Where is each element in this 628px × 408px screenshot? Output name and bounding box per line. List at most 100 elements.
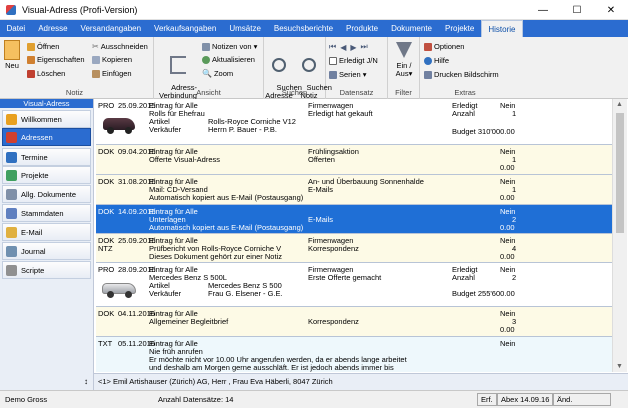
address-link-button[interactable]: Adress- Verbindung — [156, 40, 200, 108]
record-type-secondary: NTZ — [98, 244, 113, 253]
notes-from-dropdown[interactable]: Notizen von ▾ — [202, 42, 257, 51]
menu-adresse[interactable]: Adresse — [32, 20, 74, 37]
chevron-down-icon: ▾ — [253, 42, 258, 51]
record-amount: 0.00 — [500, 163, 515, 172]
sidebar-item-email[interactable]: E-Mail — [2, 223, 91, 241]
menu-besuchsberichte[interactable]: Besuchsberichte — [267, 20, 339, 37]
notes-from-label: Notizen von — [212, 42, 252, 51]
sidebar-item-label: Termine — [21, 152, 48, 162]
copy-label: Kopieren — [102, 55, 133, 64]
help-button[interactable]: Hilfe — [424, 56, 449, 65]
current-address-text: <1> Emil Artishauser (Zürich) AG, Herr ,… — [98, 377, 333, 386]
copy-button[interactable]: Kopieren — [92, 55, 132, 64]
list-item[interactable]: DOK 04.11.2016 Eintrag für Alle Allgemei… — [96, 307, 612, 337]
options-button[interactable]: Optionen — [424, 42, 464, 51]
delete-icon — [27, 69, 35, 78]
prev-record-icon[interactable]: ◀ — [340, 43, 346, 52]
menu-projekte[interactable]: Projekte — [439, 20, 481, 37]
record-category: Korrespondenz — [308, 317, 359, 326]
current-address-bar: ↕ <1> Emil Artishauser (Zürich) AG, Herr… — [84, 373, 628, 390]
expand-arrow-icon[interactable]: ↕ — [84, 374, 88, 390]
zoom-button[interactable]: 🔍 Zoom — [202, 69, 233, 78]
status-abex: Abex 14.09.16 — [497, 393, 553, 406]
search-icon — [272, 58, 286, 72]
sidebar-item-stammdaten[interactable]: Stammdaten — [2, 204, 91, 222]
record-category: Erste Offerte gemacht — [308, 273, 382, 282]
properties-label: Eigenschaften — [37, 55, 85, 64]
history-list[interactable]: PRO 25.09.2015 Eintrag für Alle Rolls fü… — [96, 99, 612, 372]
notes-icon — [202, 42, 210, 51]
sidebar-header: Visual-Adress — [0, 99, 93, 108]
ribbon-group-ansicht: Adress- Verbindung Notizen von ▾ Aktualis… — [154, 37, 264, 100]
properties-button[interactable]: Eigenschaften — [27, 55, 85, 64]
record-count-label: Anzahl — [452, 273, 475, 282]
sidebar-item-willkommen[interactable]: Willkommen — [2, 110, 91, 128]
series-dropdown[interactable]: Serien ▾ — [329, 70, 366, 79]
record-note: Automatisch kopiert aus E-Mail (Postausg… — [149, 193, 304, 202]
print-screen-button[interactable]: Drucken Bildschirm — [424, 70, 499, 79]
record-type: DOK — [98, 147, 115, 156]
cut-button[interactable]: ✂ Ausschneiden — [92, 42, 148, 51]
record-count-value: 1 — [512, 109, 517, 118]
sidebar-item-journal[interactable]: Journal — [2, 242, 91, 260]
menu-historie[interactable]: Historie — [480, 20, 523, 37]
status-aend: Änd. — [553, 393, 611, 406]
paste-button[interactable]: Einfügen — [92, 69, 132, 78]
status-user: Demo Gross — [5, 395, 48, 404]
list-item-selected[interactable]: DOK 14.09.2016 Eintrag für Alle Unterlag… — [96, 205, 612, 234]
delete-button[interactable]: Löschen — [27, 69, 65, 78]
list-item[interactable]: DOK 25.09.2016 NTZ Eintrag für Alle Prüf… — [96, 234, 612, 263]
record-amount: 0.00 — [500, 193, 515, 202]
menu-umsaetze[interactable]: Umsätze — [223, 20, 268, 37]
record-field-value: Frau G. Elsener - G.E. — [208, 289, 283, 298]
minimize-button[interactable]: — — [526, 0, 560, 20]
scroll-up-icon[interactable]: ▲ — [616, 101, 623, 108]
sidebar-item-adressen[interactable]: Adressen — [2, 128, 91, 146]
list-item[interactable]: DOK 31.08.2016 Eintrag für Alle Mail: CD… — [96, 175, 612, 205]
list-item[interactable]: TXT 05.11.2016 Eintrag für Alle Nie früh… — [96, 337, 612, 372]
menu-versandangaben[interactable]: Versandangaben — [74, 20, 148, 37]
list-item[interactable]: PRO 28.09.2016 Eintrag für Alle Mercedes… — [96, 263, 612, 307]
zoom-icon: 🔍 — [202, 69, 212, 78]
list-item[interactable]: DOK 09.04.2016 Eintrag für Alle Offerte … — [96, 145, 612, 175]
list-item[interactable]: PRO 25.09.2015 Eintrag für Alle Rolls fü… — [96, 99, 612, 145]
sidebar-item-dokumente[interactable]: Allg. Dokumente — [2, 185, 91, 203]
sidebar-item-label: Allg. Dokumente — [21, 189, 77, 199]
first-record-icon[interactable]: ⏮ — [329, 42, 336, 52]
ribbon-group-suchen: Suchen Adresse Suchen Notiz Suchen — [264, 37, 332, 100]
menu-dokumente[interactable]: Dokumente — [385, 20, 439, 37]
sidebar-item-label: Stammdaten — [21, 208, 64, 218]
scroll-thumb[interactable] — [616, 113, 624, 233]
project-icon — [6, 169, 17, 181]
group-title-ansicht: Ansicht — [196, 88, 221, 97]
filter-toggle-button[interactable]: Ein / Aus▾ — [388, 40, 420, 78]
record-category: E-Mails — [308, 185, 334, 194]
funnel-icon — [396, 42, 412, 58]
last-record-icon[interactable]: ⏭ — [361, 42, 368, 52]
search-address-button[interactable]: Suchen Adresse — [264, 40, 302, 108]
scroll-down-icon[interactable]: ▼ — [616, 363, 623, 370]
car-image — [99, 276, 139, 300]
next-record-icon[interactable]: ▶ — [350, 43, 356, 52]
record-category: Erledigt hat gekauft — [308, 109, 373, 118]
menu-datei[interactable]: Datei — [0, 20, 32, 37]
done-toggle-button[interactable]: Erledigt J/N — [329, 56, 378, 65]
refresh-button[interactable]: Aktualisieren — [202, 55, 255, 64]
search-note-button[interactable]: Suchen Notiz — [294, 40, 332, 108]
menu-verkaufsangaben[interactable]: Verkaufsangaben — [148, 20, 223, 37]
help-label: Hilfe — [434, 56, 450, 65]
sidebar-item-termine[interactable]: Termine — [2, 148, 91, 166]
open-button[interactable]: Öffnen — [27, 42, 59, 51]
database-icon — [6, 207, 17, 219]
sidebar-item-projekte[interactable]: Projekte — [2, 166, 91, 184]
maximize-button[interactable]: ☐ — [560, 0, 594, 20]
menu-produkte[interactable]: Produkte — [340, 20, 385, 37]
vertical-scrollbar[interactable]: ▲ ▼ — [612, 99, 627, 372]
record-count-value: 2 — [512, 273, 517, 282]
sidebar-item-label: E-Mail — [21, 227, 43, 237]
sidebar-item-scripte[interactable]: Scripte — [2, 261, 91, 279]
new-button[interactable]: Neu — [3, 40, 21, 70]
close-button[interactable]: ✕ — [594, 0, 628, 20]
record-field-label: Verkäufer — [149, 289, 182, 298]
group-title-extras: Extras — [454, 88, 476, 97]
